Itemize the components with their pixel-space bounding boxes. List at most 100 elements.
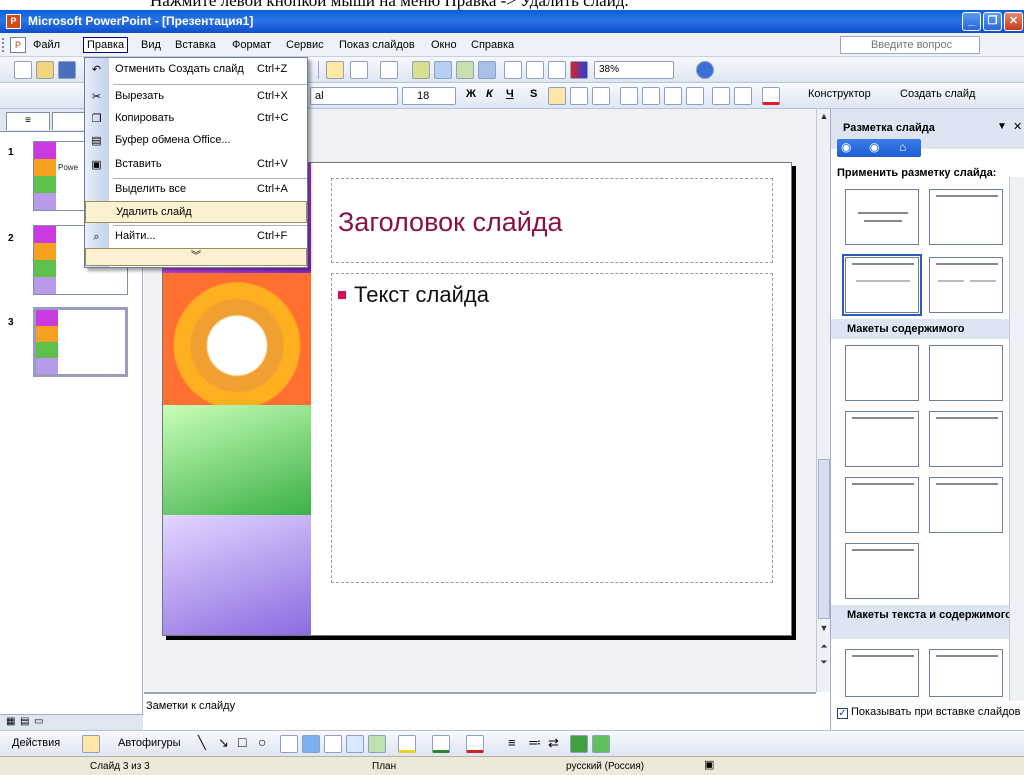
scroll-down-icon[interactable]: ▼: [818, 621, 830, 635]
menu-slideshow[interactable]: Показ слайдов: [336, 37, 418, 53]
layout-title-four-content[interactable]: [845, 543, 919, 599]
decrease-font-icon[interactable]: [686, 87, 704, 105]
increase-indent-icon[interactable]: [734, 87, 752, 105]
menu-find[interactable]: ⌕ Найти... Ctrl+F: [85, 226, 307, 248]
show-formatting-icon[interactable]: [526, 61, 544, 79]
shadow-icon[interactable]: S: [530, 88, 537, 100]
task-pane-title[interactable]: Разметка слайда: [843, 122, 935, 134]
back-icon[interactable]: ◉: [841, 140, 851, 154]
scroll-up-icon[interactable]: ▲: [818, 109, 830, 123]
new-slide-button[interactable]: Создать слайд: [900, 88, 975, 100]
open-icon[interactable]: [36, 61, 54, 79]
chart-icon[interactable]: [412, 61, 430, 79]
layout-content[interactable]: [929, 345, 1003, 401]
next-slide-icon[interactable]: ⏷: [818, 655, 830, 669]
select-pointer-icon[interactable]: [82, 735, 100, 753]
help-icon[interactable]: [696, 61, 714, 79]
menu-insert[interactable]: Вставка: [172, 37, 219, 53]
hyperlink-icon[interactable]: [478, 61, 496, 79]
task-pane-scrollbar[interactable]: [1009, 177, 1024, 701]
menu-window[interactable]: Окно: [428, 37, 460, 53]
oval-icon[interactable]: ○: [258, 734, 266, 750]
layout-blank[interactable]: [845, 345, 919, 401]
format-painter-icon[interactable]: [326, 61, 344, 79]
actions-menu[interactable]: Действия: [12, 737, 60, 749]
redo-icon[interactable]: [380, 61, 398, 79]
layout-title-content[interactable]: [845, 411, 919, 467]
color-grayscale-icon[interactable]: [570, 61, 588, 79]
table-icon[interactable]: [434, 61, 452, 79]
wordart-icon[interactable]: [302, 735, 320, 753]
tab-outline[interactable]: ≡: [6, 112, 50, 130]
font-color-icon[interactable]: [762, 87, 780, 105]
layout-two-columns[interactable]: [929, 257, 1003, 313]
menu-copy[interactable]: ❐ Копировать Ctrl+C: [85, 108, 307, 130]
diagram-icon[interactable]: [324, 735, 342, 753]
menu-delete-slide[interactable]: Удалить слайд: [85, 201, 307, 223]
slide-thumbnail-3[interactable]: [33, 307, 128, 377]
new-icon[interactable]: [14, 61, 32, 79]
numbering-icon[interactable]: [620, 87, 638, 105]
clipart-icon[interactable]: [346, 735, 364, 753]
show-on-insert-option[interactable]: ✓ Показывать при вставке слайдов: [837, 706, 1021, 719]
body-placeholder[interactable]: Текст слайда: [331, 273, 773, 583]
align-left-icon[interactable]: [548, 87, 566, 105]
layout-title-text[interactable]: [842, 254, 922, 316]
undo-icon[interactable]: [350, 61, 368, 79]
layout-title-slide[interactable]: [845, 189, 919, 245]
arrow-style-icon[interactable]: ⇄: [548, 735, 559, 751]
layout-title-two-content-b[interactable]: [929, 477, 1003, 533]
italic-icon[interactable]: К: [486, 88, 493, 100]
dash-style-icon[interactable]: ≕: [528, 735, 541, 751]
document-icon[interactable]: P: [10, 37, 26, 53]
close-button[interactable]: ✕: [1004, 12, 1023, 31]
rectangle-icon[interactable]: □: [238, 734, 246, 750]
normal-view-icon[interactable]: ▦: [6, 716, 15, 727]
menu-expand-chevron-icon[interactable]: ︾: [85, 248, 307, 266]
menu-file[interactable]: Файл: [30, 37, 63, 53]
notes-pane[interactable]: Заметки к слайду: [144, 692, 816, 730]
help-question-input[interactable]: [840, 36, 980, 54]
layout-title-only[interactable]: [929, 189, 1003, 245]
fill-color-icon[interactable]: [398, 735, 416, 753]
menu-help[interactable]: Справка: [468, 37, 517, 53]
menu-paste[interactable]: ▣ Вставить Ctrl+V: [85, 154, 307, 176]
menu-format[interactable]: Формат: [229, 37, 274, 53]
line-style-icon[interactable]: ≡: [508, 735, 516, 750]
line-icon[interactable]: ╲: [198, 735, 206, 751]
arrow-icon[interactable]: ↘: [218, 735, 229, 751]
layout-title-content-two[interactable]: [845, 477, 919, 533]
slide-sorter-icon[interactable]: ▤: [20, 716, 29, 727]
layout-text-content[interactable]: [845, 649, 919, 697]
menu-edit[interactable]: Правка: [83, 37, 129, 53]
slideshow-view-icon[interactable]: ▭: [34, 716, 43, 727]
align-center-icon[interactable]: [570, 87, 588, 105]
font-size-select[interactable]: 18: [402, 87, 456, 105]
task-pane-close-icon[interactable]: ✕: [1013, 120, 1022, 133]
menu-cut[interactable]: ✂ Вырезать Ctrl+X: [85, 86, 307, 108]
powerpoint-app-icon[interactable]: P: [6, 14, 21, 29]
slide-vertical-scrollbar[interactable]: ▲ ▼ ⏶ ⏷: [816, 109, 830, 692]
bullets-icon[interactable]: [642, 87, 660, 105]
title-placeholder[interactable]: Заголовок слайда: [331, 178, 773, 263]
autoshapes-menu[interactable]: Автофигуры: [118, 737, 181, 749]
font-color-draw-icon[interactable]: [466, 735, 484, 753]
save-icon[interactable]: [58, 61, 76, 79]
insert-picture-icon[interactable]: [456, 61, 474, 79]
task-pane-menu-icon[interactable]: ▼: [997, 121, 1007, 132]
textbox-icon[interactable]: [280, 735, 298, 753]
prev-slide-icon[interactable]: ⏶: [818, 639, 830, 653]
menu-undo[interactable]: ↶ Отменить Создать слайд Ctrl+Z: [85, 59, 307, 81]
picture-icon[interactable]: [368, 735, 386, 753]
shadow-style-icon[interactable]: [570, 735, 588, 753]
font-name-select[interactable]: al: [310, 87, 398, 105]
bold-icon[interactable]: Ж: [466, 88, 476, 100]
3d-style-icon[interactable]: [592, 735, 610, 753]
expand-icon[interactable]: [504, 61, 522, 79]
underline-icon[interactable]: Ч: [506, 88, 514, 100]
menu-view[interactable]: Вид: [138, 37, 164, 53]
menu-office-clipboard[interactable]: ▤ Буфер обмена Office...: [85, 130, 307, 152]
increase-font-icon[interactable]: [664, 87, 682, 105]
scroll-thumb[interactable]: [818, 459, 830, 619]
layout-content-text[interactable]: [929, 649, 1003, 697]
